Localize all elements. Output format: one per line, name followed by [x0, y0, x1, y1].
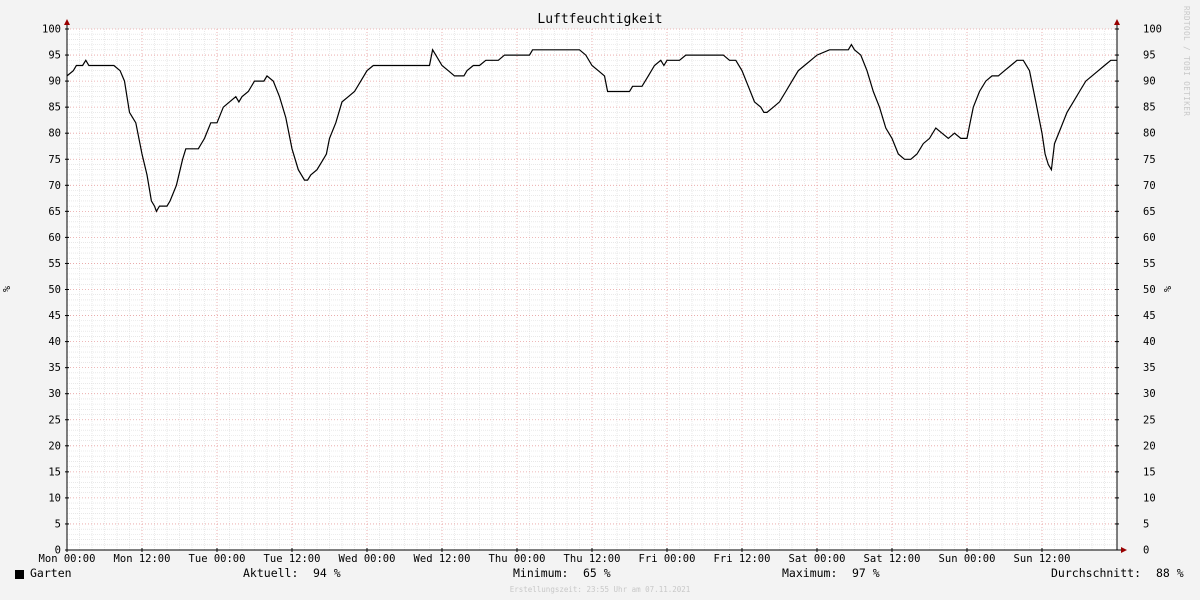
y-tick-label-left: 55: [48, 258, 61, 270]
y-tick-label-left: 70: [48, 180, 61, 192]
y-tick-label-right: 45: [1143, 310, 1156, 322]
y-axis-label-left: %: [2, 286, 13, 292]
x-tick-label: Thu 00:00: [489, 553, 546, 565]
y-tick-label-right: 100: [1143, 24, 1162, 36]
y-tick-label-left: 65: [48, 206, 61, 218]
y-tick-label-left: 40: [48, 336, 61, 348]
x-tick-label: Wed 12:00: [414, 553, 471, 565]
y-tick-label-left: 60: [48, 232, 61, 244]
x-tick-label: Thu 12:00: [564, 553, 621, 565]
y-tick-label-left: 10: [48, 492, 61, 504]
y-tick-label-right: 20: [1143, 440, 1156, 452]
legend-row: Garten Aktuell: 94 % Minimum: 65 % Maxim…: [0, 566, 1200, 584]
y-tick-label-right: 75: [1143, 154, 1156, 166]
y-tick-label-right: 15: [1143, 466, 1156, 478]
legend-max-value: 97 %: [852, 566, 880, 580]
legend-avg-label: Durchschnitt:: [1051, 566, 1142, 580]
y-tick-label-right: 65: [1143, 206, 1156, 218]
x-tick-label: Fri 00:00: [639, 553, 696, 565]
y-tick-label-right: 90: [1143, 76, 1156, 88]
y-tick-label-right: 25: [1143, 414, 1156, 426]
y-axis-label-right: %: [1161, 286, 1172, 292]
y-tick-label-right: 70: [1143, 180, 1156, 192]
x-tick-label: Mon 00:00: [39, 553, 96, 565]
y-tick-label-right: 80: [1143, 128, 1156, 140]
legend-series-name: Garten: [30, 566, 72, 580]
x-tick-label: Tue 12:00: [264, 553, 321, 565]
chart-title: Luftfeuchtigkeit: [537, 12, 662, 27]
y-tick-label-right: 30: [1143, 388, 1156, 400]
y-tick-label-left: 100: [42, 24, 61, 36]
x-tick-label: Mon 12:00: [114, 553, 171, 565]
rrdtool-watermark: RRDTOOL / TOBI OETIKER: [1182, 6, 1191, 117]
legend-max-label: Maximum:: [782, 566, 838, 580]
y-tick-label-right: 55: [1143, 258, 1156, 270]
y-tick-label-left: 45: [48, 310, 61, 322]
y-tick-label-left: 75: [48, 154, 61, 166]
x-tick-label: Sun 00:00: [939, 553, 996, 565]
legend-avg-value: 88 %: [1156, 566, 1184, 580]
chart-canvas: 0 5 10 15 20 25 30 35 40 45 50 55 60 65 70 75 80 85 90 95 10…: [0, 0, 1200, 600]
y-tick-label-right: 40: [1143, 336, 1156, 348]
y-tick-label-left: 15: [48, 466, 61, 478]
y-tick-label-right: 95: [1143, 50, 1156, 62]
y-tick-label-left: 95: [48, 50, 61, 62]
y-tick-label-left: 85: [48, 102, 61, 114]
x-tick-label: Tue 00:00: [189, 553, 246, 565]
y-tick-label-left: 20: [48, 440, 61, 452]
legend-current-label: Aktuell:: [243, 566, 299, 580]
y-tick-label-right: 0: [1143, 545, 1149, 557]
y-tick-label-left: 80: [48, 128, 61, 140]
y-tick-label-left: 25: [48, 414, 61, 426]
creation-time: Erstellungszeit: 23:55 Uhr am 07.11.2021: [509, 585, 691, 594]
x-tick-label: Sat 12:00: [864, 553, 921, 565]
y-tick-label-right: 60: [1143, 232, 1156, 244]
y-tick-label-right: 35: [1143, 362, 1156, 374]
legend-min-label: Minimum:: [513, 566, 569, 580]
x-tick-label: Wed 00:00: [339, 553, 396, 565]
y-tick-label-left: 90: [48, 76, 61, 88]
y-tick-label-left: 35: [48, 362, 61, 374]
legend-current-value: 94 %: [313, 566, 341, 580]
y-tick-label-right: 85: [1143, 102, 1156, 114]
y-tick-label-right: 50: [1143, 284, 1156, 296]
x-tick-label: Fri 12:00: [714, 553, 771, 565]
y-tick-label-left: 50: [48, 284, 61, 296]
y-tick-label-right: 5: [1143, 518, 1149, 530]
y-tick-label-left: 30: [48, 388, 61, 400]
legend-min-value: 65 %: [583, 566, 611, 580]
y-tick-label-left: 5: [55, 518, 61, 530]
x-tick-label: Sat 00:00: [789, 553, 846, 565]
x-tick-label: Sun 12:00: [1014, 553, 1071, 565]
y-tick-label-right: 10: [1143, 492, 1156, 504]
